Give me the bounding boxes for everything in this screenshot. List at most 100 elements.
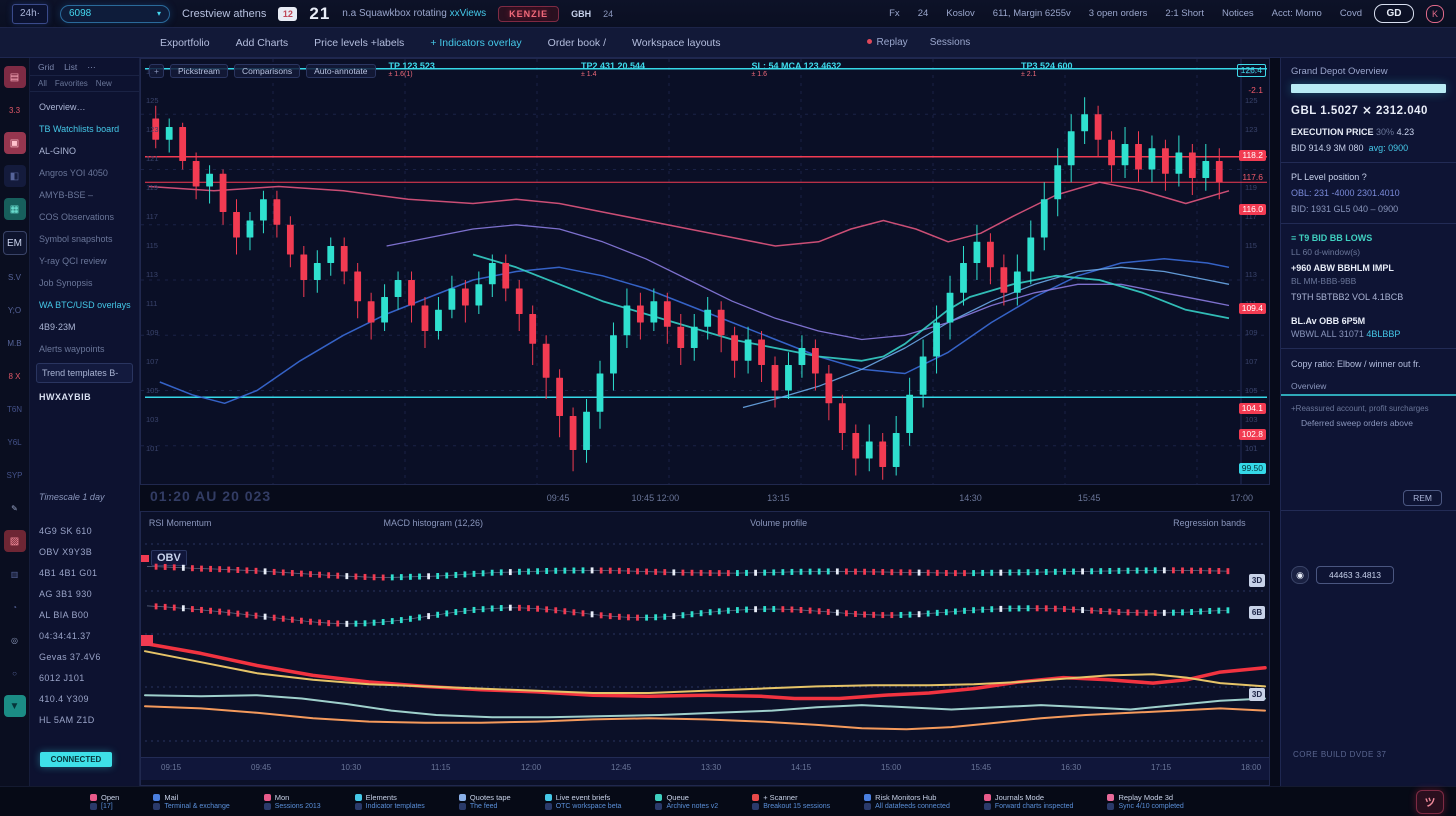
row-y6l-icon[interactable]: Y6L bbox=[4, 431, 26, 453]
chart-chip[interactable]: Auto-annotate bbox=[306, 64, 375, 78]
photo-red-icon[interactable]: ▨ bbox=[4, 530, 26, 552]
taskbar-item[interactable]: Open[17] bbox=[90, 793, 119, 810]
taskbar-item[interactable]: Quotes tapeThe feed bbox=[459, 793, 511, 810]
instrument-item[interactable]: HL 5AM Z1D bbox=[30, 709, 140, 730]
symbol-search-input[interactable]: 6098 ▾ bbox=[60, 5, 170, 23]
clock-icon[interactable]: ◔ bbox=[4, 596, 26, 618]
stat-yo-icon[interactable]: Y;O bbox=[4, 299, 26, 321]
indicator-time-axis[interactable]: 09:1509:4510:3011:1512:0012:4513:3014:15… bbox=[141, 757, 1269, 780]
watchlist-item[interactable]: AMYB-BSE – bbox=[30, 184, 139, 206]
menu-right-item[interactable]: Replay bbox=[867, 37, 908, 48]
instrument-item[interactable]: AG 3B1 930 bbox=[30, 583, 140, 604]
indicator-column-header[interactable]: Regression bands bbox=[1173, 518, 1246, 528]
taskbar-item[interactable]: MailTerminal & exchange bbox=[153, 793, 229, 810]
indicator-panel[interactable]: OBV 09:1509:4510:3011:1512:0012:4513:301… bbox=[140, 511, 1270, 786]
instrument-item[interactable]: 410.4 Y309 bbox=[30, 688, 140, 709]
watchlist-item[interactable]: TB Watchlists board bbox=[30, 118, 139, 140]
instrument-item[interactable]: AL BIA B00 bbox=[30, 604, 140, 625]
watchlist-item[interactable]: Y-ray QCI review bbox=[30, 250, 139, 272]
time-axis-tick[interactable]: 09:45 bbox=[547, 493, 570, 503]
time-axis-tick[interactable]: 10:45 12:00 bbox=[632, 493, 680, 503]
overview-tab[interactable]: Overview bbox=[1291, 381, 1446, 391]
pl-level-label[interactable]: PL Level position ? bbox=[1291, 172, 1446, 182]
target-icon[interactable]: ◎ bbox=[4, 629, 26, 651]
gallery-icon[interactable]: ▤ bbox=[4, 66, 26, 88]
watchlist-item[interactable]: AL-GINO bbox=[30, 140, 139, 162]
taskbar-item[interactable]: ElementsIndicator templates bbox=[355, 793, 425, 810]
watchlist-item[interactable]: WA BTC/USD overlays bbox=[30, 294, 139, 316]
sidebar-subtab[interactable]: Favorites bbox=[55, 79, 88, 88]
menu-item[interactable]: Price levels +labels bbox=[314, 37, 404, 49]
alert-bx-icon[interactable]: 8 X bbox=[4, 365, 26, 387]
time-axis-tick[interactable]: 15:45 bbox=[1078, 493, 1101, 503]
row-syp-icon[interactable]: SYP bbox=[4, 464, 26, 486]
watchlist-item[interactable]: Alerts waypoints bbox=[30, 338, 139, 360]
taskbar-item[interactable]: MonSessions 2013 bbox=[264, 793, 321, 810]
layers-icon[interactable]: ◧ bbox=[4, 165, 26, 187]
chart-chip[interactable]: + bbox=[149, 64, 164, 78]
power-icon[interactable]: ○ bbox=[4, 662, 26, 684]
instrument-item[interactable]: 4B1 4B1 G01 bbox=[30, 562, 140, 583]
sync-teal-icon[interactable]: ▼ bbox=[4, 695, 26, 717]
time-axis[interactable]: 01:20 AU 20 023 09:4510:45 12:0013:1514:… bbox=[140, 485, 1270, 511]
taskbar-item[interactable]: QueueArchive notes v2 bbox=[655, 793, 718, 810]
menu-item[interactable]: Order book / bbox=[548, 37, 606, 49]
sidebar-tab[interactable]: ⋯ bbox=[87, 62, 96, 73]
taskbar-item[interactable]: Live event briefsOTC workspace beta bbox=[545, 793, 622, 810]
instrument-item[interactable]: 04:34:41.37 bbox=[30, 625, 140, 646]
snapshot-icon[interactable]: ▣ bbox=[4, 132, 26, 154]
watchlist-item[interactable]: Angros YOI 4050 bbox=[30, 162, 139, 184]
watchlist-item[interactable]: COS Observations bbox=[30, 206, 139, 228]
indicator-column-header[interactable]: MACD histogram (12,26) bbox=[384, 518, 484, 528]
watchlist-item[interactable]: Overview… bbox=[30, 96, 139, 118]
pin-icon[interactable]: ◉ bbox=[1291, 566, 1309, 584]
chevron-down-icon[interactable]: ▾ bbox=[157, 9, 161, 18]
menu-item[interactable]: Workspace layouts bbox=[632, 37, 721, 49]
stat-mb-icon[interactable]: M.B bbox=[4, 332, 26, 354]
avatar[interactable]: K bbox=[1426, 5, 1444, 23]
instrument-item[interactable]: OBV X9Y3B bbox=[30, 541, 140, 562]
account-pill[interactable]: GD bbox=[1374, 4, 1414, 23]
notification-badge[interactable]: 12 bbox=[278, 7, 297, 21]
instrument-item[interactable]: Gevas 37.4V6 bbox=[30, 646, 140, 667]
menu-right-item[interactable]: Sessions bbox=[930, 37, 971, 48]
watchlist-item[interactable]: Trend templates B- bbox=[36, 363, 133, 383]
sidebar-subtab[interactable]: All bbox=[38, 79, 47, 88]
taskbar-item[interactable]: Risk Monitors HubAll datafeeds connected bbox=[864, 793, 950, 810]
instrument-item[interactable]: 6012 J101 bbox=[30, 667, 140, 688]
taskbar-logo-icon[interactable]: ツ bbox=[1416, 790, 1444, 814]
indicator-badge[interactable]: 6B bbox=[1249, 606, 1265, 619]
watchlist-item[interactable]: HWXAYBIB bbox=[30, 386, 139, 408]
row-t6n-icon[interactable]: T6N bbox=[4, 398, 26, 420]
instrument-item[interactable]: 4G9 SK 610 bbox=[30, 520, 140, 541]
sidebar-tab[interactable]: Grid bbox=[38, 62, 54, 73]
watchlist-item[interactable]: 4B9·23M bbox=[30, 316, 139, 338]
taskbar-item[interactable]: + ScannerBreakout 15 sessions bbox=[752, 793, 830, 810]
app-logo[interactable]: 24h· bbox=[12, 4, 48, 24]
main-price-chart[interactable]: +PickstreamComparisonsAuto-annotate TP 1… bbox=[140, 58, 1270, 485]
menu-item[interactable]: Add Charts bbox=[236, 37, 289, 49]
pen-icon[interactable]: ✎ bbox=[4, 497, 26, 519]
taskbar-item[interactable]: Replay Mode 3dSync 4/10 completed bbox=[1107, 793, 1183, 810]
depth-meter[interactable] bbox=[1291, 84, 1446, 93]
indicator-column-header[interactable]: RSI Momentum bbox=[149, 518, 212, 528]
sidebar-tab[interactable]: List bbox=[64, 62, 77, 73]
doc-icon[interactable]: ▥ bbox=[4, 563, 26, 585]
indicator-column-header[interactable]: Volume profile bbox=[750, 518, 807, 528]
watchlist-item[interactable]: Symbol snapshots bbox=[30, 228, 139, 250]
indicator-badge[interactable]: 3D bbox=[1249, 574, 1265, 587]
connect-button[interactable]: CONNECTED bbox=[40, 752, 112, 767]
menu-item[interactable]: Exportfolio bbox=[160, 37, 210, 49]
rem-button[interactable]: REM bbox=[1403, 490, 1442, 506]
taskbar-item[interactable]: Journals ModeForward charts inspected bbox=[984, 793, 1074, 810]
indicator-badge[interactable]: 3D bbox=[1249, 688, 1265, 701]
time-axis-tick[interactable]: 13:15 bbox=[767, 493, 790, 503]
ratio-badge[interactable]: 3.3 bbox=[4, 99, 26, 121]
em-badge[interactable]: EM bbox=[3, 231, 27, 255]
sidebar-subtab[interactable]: New bbox=[96, 79, 112, 88]
watchlist-item[interactable]: Job Synopsis bbox=[30, 272, 139, 294]
time-axis-tick[interactable]: 14:30 bbox=[959, 493, 982, 503]
time-axis-tick[interactable]: 17:00 bbox=[1230, 493, 1253, 503]
stat-sv-icon[interactable]: S.V bbox=[4, 266, 26, 288]
menu-item[interactable]: + Indicators overlay bbox=[430, 37, 521, 49]
